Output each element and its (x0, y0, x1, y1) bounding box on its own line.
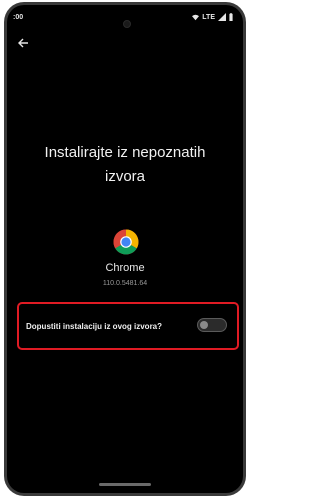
network-type-label: LTE (202, 13, 215, 21)
status-icons: LTE (192, 13, 233, 21)
wifi-icon (192, 14, 200, 20)
app-version: 110.0.5481.64 (102, 280, 148, 287)
front-camera (123, 20, 131, 28)
page-title: Instalirajte iz nepoznatih izvora (7, 141, 243, 189)
back-button[interactable] (17, 37, 31, 51)
status-time: :00 (13, 14, 24, 21)
chrome-logo-icon (113, 229, 139, 255)
signal-icon (218, 13, 226, 21)
phone-frame: :00 LTE Instalirajte iz nepoznatih izvor… (4, 2, 246, 496)
allow-install-label: Dopustiti instalaciju iz ovog izvora? (26, 322, 163, 331)
allow-install-setting-row[interactable]: Dopustiti instalaciju iz ovog izvora? (17, 302, 239, 350)
screen: :00 LTE Instalirajte iz nepoznatih izvor… (7, 5, 243, 493)
app-name: Chrome (105, 262, 145, 274)
page-title-line2: izvora (104, 168, 145, 185)
page-title-line1: Instalirajte iz nepoznatih (44, 144, 206, 161)
toggle-knob (200, 321, 208, 329)
home-indicator[interactable] (99, 483, 151, 486)
allow-install-toggle[interactable] (197, 318, 227, 332)
battery-icon (229, 13, 233, 21)
back-arrow-icon (18, 38, 28, 48)
status-bar: :00 LTE (7, 5, 243, 28)
